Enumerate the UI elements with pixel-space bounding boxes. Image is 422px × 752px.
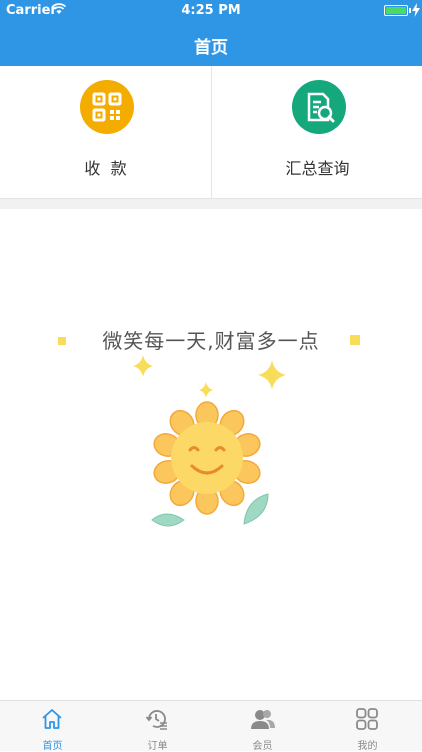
collect-payment-label: 收 款 <box>84 159 127 178</box>
leaf-left <box>151 513 185 527</box>
status-time: 4:25 PM <box>181 3 241 18</box>
section-gap <box>0 199 422 209</box>
status-bar: Carrier 4:25 PM <box>0 0 422 22</box>
charging-bolt-icon <box>412 3 420 17</box>
sparkle-star <box>199 382 213 398</box>
action-grid: 收 款 汇总查询 <box>0 66 422 199</box>
tab-home[interactable]: 首页 <box>0 701 105 752</box>
document-search-icon <box>292 80 346 134</box>
sunflower-face <box>171 422 243 494</box>
members-icon <box>251 710 275 729</box>
tab-bar: 首页 订单 会员 我的 <box>0 700 422 752</box>
sunflower-petals <box>153 401 261 515</box>
leaf-right <box>243 493 269 525</box>
summary-query-tile[interactable]: 汇总查询 <box>212 66 422 198</box>
sparkle-star <box>258 360 286 390</box>
qr-code-icon <box>80 80 134 134</box>
home-icon <box>42 709 62 729</box>
smile-face <box>188 446 226 475</box>
collect-payment-tile[interactable]: 收 款 <box>0 66 211 198</box>
tab-mine[interactable]: 我的 <box>315 701 420 752</box>
slogan-text: 微笑每一天,财富多一点 <box>102 329 320 353</box>
tab-orders[interactable]: 订单 <box>105 701 210 752</box>
sparkle-star <box>133 355 153 377</box>
grid-icon <box>356 708 378 730</box>
summary-query-label: 汇总查询 <box>285 159 350 178</box>
battery-tip <box>409 8 411 13</box>
tab-members[interactable]: 会员 <box>210 701 315 752</box>
battery-icon <box>384 5 408 16</box>
order-history-icon <box>145 710 167 730</box>
top-bar: Carrier 4:25 PM 首页 <box>0 0 422 66</box>
page-title: 首页 <box>194 38 228 58</box>
